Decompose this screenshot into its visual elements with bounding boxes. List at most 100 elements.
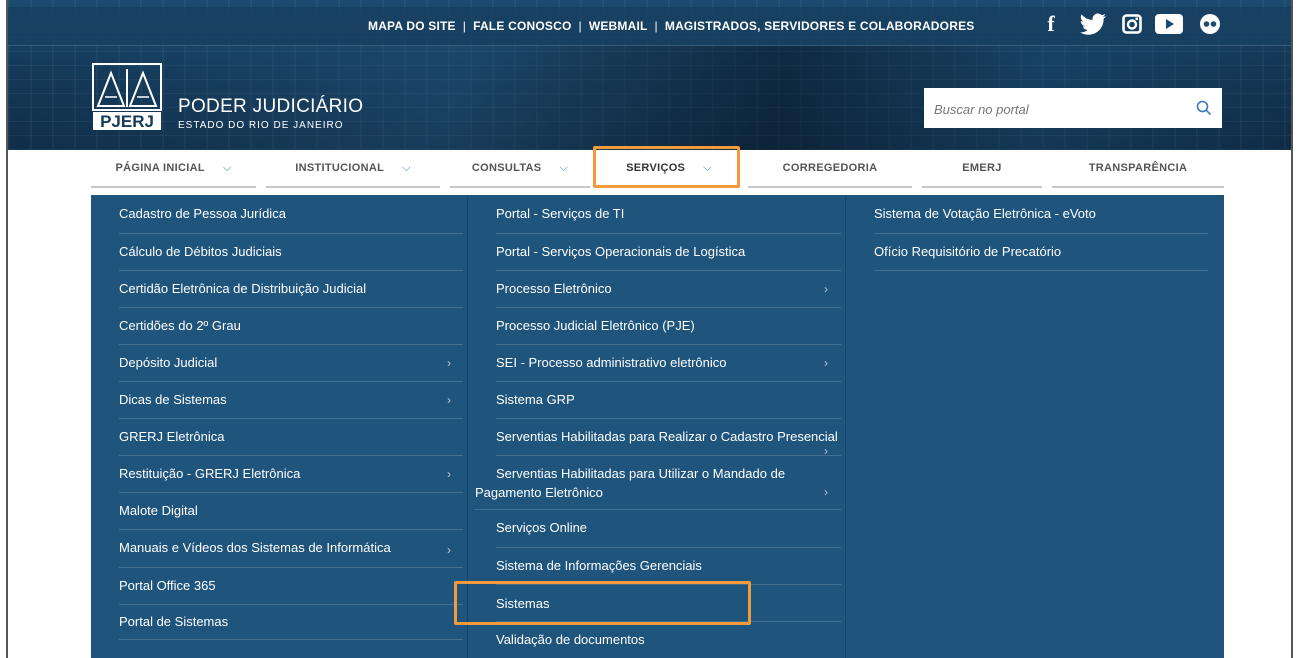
pjerj-logo[interactable]: PJERJ (91, 63, 163, 131)
menu-item[interactable]: Portal - Serviços Operacionais de Logíst… (496, 244, 841, 271)
twitter-icon[interactable] (1078, 12, 1108, 36)
menu-item-label: Portal de Sistemas (119, 614, 229, 629)
column-divider (845, 195, 846, 658)
menu-item[interactable]: Serventias Habilitadas para Realizar o C… (496, 429, 841, 458)
menu-item-label: Portal - Serviços de TI (496, 206, 625, 221)
menu-item-sistemas[interactable]: Sistemas (496, 596, 841, 622)
nav-label: PÁGINA INICIAL (115, 162, 205, 174)
menu-item[interactable]: Cálculo de Débitos Judiciais (119, 244, 463, 271)
chevron-right-icon: › (447, 356, 451, 370)
chevron-right-icon: › (447, 467, 451, 481)
separator: | (578, 19, 582, 33)
menu-item-label: Malote Digital (119, 503, 198, 518)
menu-item[interactable]: Serventias Habilitadas para Utilizar o M… (475, 466, 841, 510)
menu-item[interactable]: SEI - Processo administrativo eletrônico… (496, 355, 841, 382)
youtube-icon[interactable] (1155, 12, 1183, 36)
menu-item[interactable]: Portal Office 365 (119, 578, 463, 605)
search-box (924, 88, 1222, 130)
menu-item-label: Serventias Habilitadas para Realizar o C… (496, 429, 838, 444)
top-links: MAPA DO SITE | FALE CONOSCO | WEBMAIL | MAGIST… (368, 19, 975, 33)
chevron-down-icon: ⌵ (402, 161, 411, 174)
chevron-right-icon: › (824, 485, 828, 499)
flickr-icon[interactable] (1199, 12, 1221, 36)
menu-item-label: Cadastro de Pessoa Jurídica (119, 206, 286, 221)
menu-item-label: Sistema GRP (496, 392, 575, 407)
chevron-right-icon: › (824, 282, 828, 296)
menu-item[interactable]: Certidões do 2º Grau (119, 318, 463, 345)
nav-corregedoria[interactable]: CORREGEDORIA (748, 150, 912, 188)
nav-servicos[interactable]: SERVIÇOS ⌵ (600, 150, 738, 188)
menu-item[interactable]: Manuais e Vídeos dos Sistemas de Informá… (119, 540, 463, 568)
menu-item-label: Restituição - GRERJ Eletrônica (119, 466, 301, 481)
nav-label: SERVIÇOS (626, 162, 686, 174)
top-link-webmail[interactable]: WEBMAIL (589, 19, 648, 33)
nav-emerj[interactable]: EMERJ (922, 150, 1042, 188)
menu-item[interactable]: Processo Eletrônico › (496, 281, 841, 308)
menu-item-label: Portal Office 365 (119, 578, 216, 593)
menu-item[interactable]: Dicas de Sistemas › (119, 392, 463, 419)
menu-item[interactable]: Sistema de Informações Gerenciais (496, 558, 841, 585)
menu-item-label: Certidões do 2º Grau (119, 318, 241, 333)
menu-item-label: Depósito Judicial (119, 355, 218, 370)
top-link-contact[interactable]: FALE CONOSCO (473, 19, 571, 33)
facebook-icon[interactable]: f (1044, 11, 1058, 36)
menu-item[interactable]: Restituição - GRERJ Eletrônica › (119, 466, 463, 493)
menu-item-label: Ofício Requisitório de Precatório (874, 244, 1062, 259)
chevron-down-icon: ⌵ (559, 161, 569, 174)
menu-item-label: Manuais e Vídeos dos Sistemas de Informá… (119, 540, 391, 555)
menu-item-label: Sistemas (496, 596, 550, 611)
instagram-icon[interactable] (1121, 12, 1143, 36)
site-subtitle: ESTADO DO RIO DE JANEIRO (178, 120, 344, 131)
menu-item[interactable]: Cadastro de Pessoa Jurídica (119, 206, 463, 234)
menu-item-label: Sistema de Votação Eletrônica - eVoto (874, 206, 1096, 221)
nav-transparencia[interactable]: TRANSPARÊNCIA (1052, 150, 1224, 188)
chevron-down-icon: ⌵ (703, 161, 712, 174)
chevron-right-icon: › (447, 543, 451, 557)
top-link-site-map[interactable]: MAPA DO SITE (368, 19, 456, 33)
site-title: PODER JUDICIÁRIO (178, 96, 364, 117)
nav-label: INSTITUCIONAL (295, 162, 385, 174)
menu-item[interactable]: Sistema GRP (496, 392, 841, 419)
nav-pagina-inicial[interactable]: PÁGINA INICIAL ⌵ (91, 150, 256, 188)
logo-text: PJERJ (100, 112, 154, 131)
menu-item-label: Validação de documentos (496, 632, 645, 647)
menu-item-label: Cálculo de Débitos Judiciais (119, 244, 282, 259)
menu-item[interactable]: Depósito Judicial › (119, 355, 463, 382)
menu-item[interactable]: Certidão Eletrônica de Distribuição Judi… (119, 281, 463, 308)
search-input[interactable] (932, 88, 1186, 130)
menu-item-label: Certidão Eletrônica de Distribuição Judi… (119, 281, 367, 296)
menu-item-label: SEI - Processo administrativo eletrônico (496, 355, 727, 370)
menu-item[interactable]: Portal - Serviços de TI (496, 206, 841, 234)
menu-item-label: GRERJ Eletrônica (119, 429, 225, 444)
search-icon[interactable] (1196, 100, 1212, 121)
menu-item-label: Dicas de Sistemas (119, 392, 227, 407)
menu-item[interactable]: Processo Judicial Eletrônico (PJE) (496, 318, 841, 345)
column-divider (467, 195, 468, 658)
menu-item[interactable]: Validação de documentos (496, 632, 841, 656)
menu-item[interactable]: Portal de Sistemas (119, 614, 463, 640)
page-border (1291, 0, 1293, 658)
menu-item[interactable]: Malote Digital (119, 503, 463, 530)
chevron-right-icon: › (824, 356, 828, 370)
separator: | (462, 19, 467, 33)
nav-institucional[interactable]: INSTITUCIONAL ⌵ (266, 150, 440, 188)
menu-item-label: Serviços Online (496, 520, 588, 535)
nav-label: TRANSPARÊNCIA (1088, 162, 1188, 174)
menu-item-label: Processo Judicial Eletrônico (PJE) (496, 318, 695, 333)
menu-item-label: Sistema de Informações Gerenciais (496, 558, 702, 573)
nav-consultas[interactable]: CONSULTAS ⌵ (450, 150, 590, 188)
menu-item[interactable]: GRERJ Eletrônica (119, 429, 463, 456)
chevron-right-icon: › (447, 393, 451, 407)
chevron-right-icon: › (824, 444, 828, 458)
page-border (6, 0, 8, 658)
nav-label: CONSULTAS (471, 162, 542, 174)
menu-item-label: Processo Eletrônico (496, 281, 612, 296)
menu-item[interactable]: Ofício Requisitório de Precatório (874, 244, 1208, 271)
separator: | (654, 19, 658, 33)
nav-label: CORREGEDORIA (782, 162, 878, 174)
top-link-staff[interactable]: MAGISTRADOS, SERVIDORES E COLABORADORES (665, 19, 975, 33)
menu-item-label: Portal - Serviços Operacionais de Logíst… (496, 244, 746, 259)
menu-item-label: Pagamento Eletrônico (475, 485, 603, 500)
menu-item[interactable]: Sistema de Votação Eletrônica - eVoto (874, 206, 1208, 234)
menu-item[interactable]: Serviços Online (496, 520, 841, 548)
